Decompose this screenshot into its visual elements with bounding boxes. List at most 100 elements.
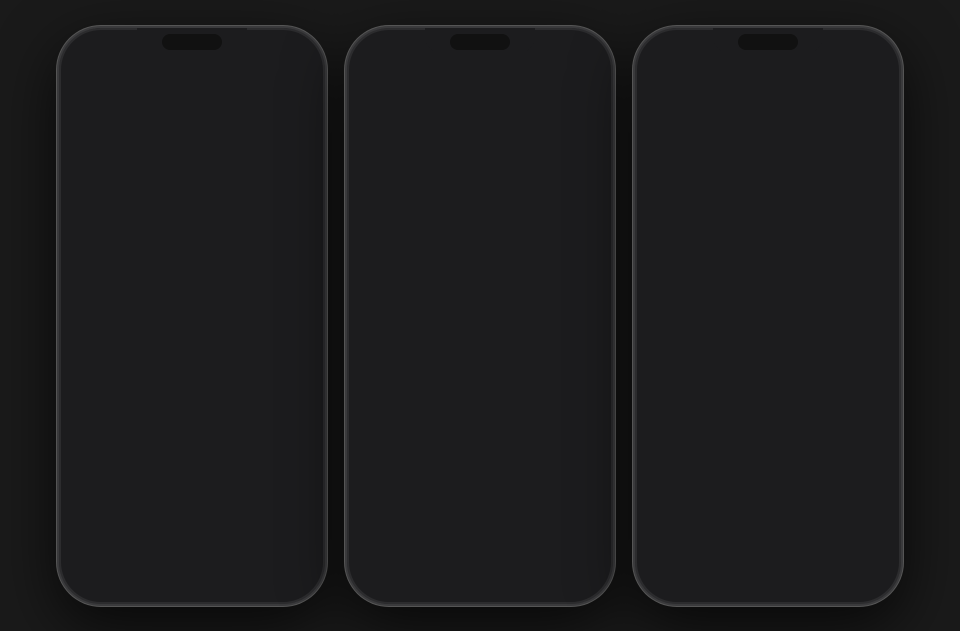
amazon-avatar: a <box>657 191 689 223</box>
voicememos-label: Voice Memos <box>117 495 290 512</box>
list-item-phone[interactable]: 📞 Phone › <box>65 526 319 570</box>
list-item-calendar[interactable]: 📅 Calendar › <box>65 350 319 394</box>
list-item-messages[interactable]: 💬 Messages › <box>65 570 319 604</box>
list-item-voicememos[interactable]: 🎙 Voice Memos › <box>65 482 319 526</box>
list-item-reminders[interactable]: ⚪ Reminders › <box>65 438 319 482</box>
itunes-icon: 🅰 <box>79 121 107 149</box>
cancel-button-3[interactable]: Cancel <box>844 75 891 92</box>
list-item-icloud[interactable]: ☁ iCloud iCloud Drive, Mail, Contacts, C… <box>353 240 607 284</box>
status-bar-3: 12:33 ▲ ▮ <box>635 28 901 62</box>
nav-title-1: Settings <box>158 73 225 93</box>
pw-item-amazon[interactable]: a amazon.com — smile.amazon.com and 1 mo… <box>643 181 893 233</box>
gmail-label: Gmail <box>405 335 578 352</box>
amex-sub: online.americanexpress.com and 1 more <box>691 313 873 341</box>
wallet-chevron: › <box>300 172 305 188</box>
gmail-sub: Mail <box>405 352 578 364</box>
calendar-icon: 📅 <box>79 357 107 385</box>
amazon-info: amazon.com — smile.amazon.com and 1 more <box>699 192 865 222</box>
phone-3-screen: 12:33 ▲ ▮ ‹ Accounts <box>635 28 901 604</box>
phone-1-screen: 12:33 ▲ ▮ Settings <box>59 28 325 604</box>
betterhealth-avatar: B <box>649 246 681 278</box>
list-item-add-account[interactable]: Add Account › <box>353 372 607 416</box>
battery-icon: ▮ <box>301 42 307 55</box>
alphabet-index[interactable]: ABC DEF GHI JKL MNO PQR STU VWX YZ# <box>891 238 899 540</box>
notes-label: Notes <box>117 407 290 424</box>
att-sub: m.att.com and 1 more <box>691 428 873 442</box>
mail-label: Mail <box>117 275 290 292</box>
list-item-website-passwords[interactable]: 🔑 Website & App Passwords 149 › <box>355 116 605 160</box>
toggle-knob <box>569 179 591 201</box>
blinkist-domain: blinkist.com — <box>691 485 873 501</box>
pw-item-att[interactable]: A att.com — m.att.com and 1 more › <box>635 402 901 454</box>
search-icon: 🔍 <box>666 126 682 142</box>
me-icon: M <box>367 291 395 319</box>
list-item-notes[interactable]: 📝 Notes › <box>65 394 319 438</box>
phone-2: 12:33 ▲ ▮ ‹ Settings <box>345 26 615 606</box>
back-label-3: Accounts <box>653 75 715 92</box>
amazon-highlighted: a amazon.com — smile.amazon.com and 1 mo… <box>641 179 895 235</box>
reminders-label: Reminders <box>117 451 290 468</box>
blinkist-info: blinkist.com — app.blinkist.com and 1 mo… <box>691 485 873 515</box>
amex-avatar: A <box>649 303 681 335</box>
list-item-contacts[interactable]: 👥 Contacts › <box>65 306 319 350</box>
password-search[interactable]: 🔍 Search <box>655 118 881 150</box>
website-passwords-highlighted: 🔑 Website & App Passwords 149 › <box>353 114 607 162</box>
autofill-label: AutoFill Passwords <box>405 181 539 198</box>
list-item-autofill[interactable]: 🔵 AutoFill Passwords <box>353 168 607 212</box>
status-icons-1: ▲ ▮ <box>267 42 307 55</box>
passwords-label: Passwords & Accounts <box>119 223 288 240</box>
back-button-3[interactable]: ‹ Accounts <box>645 74 715 92</box>
messages-label: Messages <box>117 583 290 600</box>
phone-3: 12:33 ▲ ▮ ‹ Accounts <box>633 26 903 606</box>
autofill-toggle[interactable] <box>549 177 593 203</box>
att-avatar: A <box>649 411 681 443</box>
messages-icon: 💬 <box>79 577 107 604</box>
icloud-icon: ☁ <box>367 247 395 275</box>
settings-list-1[interactable]: 🅰 iTunes & App Store › 💳 Wallet & Apple … <box>59 106 325 604</box>
status-time-2: 12:33 <box>365 41 398 56</box>
pw-item-amex[interactable]: A americanexpress.com — online.americane… <box>635 289 901 350</box>
pw-item-apple[interactable]: 🍎 apple.com — idmsa.apple.com and 3 more… <box>635 350 901 402</box>
nav-title-3: Passwords <box>723 73 813 93</box>
phone-label: Phone <box>117 539 290 556</box>
section-letter-b: B <box>635 454 901 475</box>
search-placeholder: Search <box>688 126 732 142</box>
list-item-fetch[interactable]: Fetch New Data Push › <box>353 438 607 482</box>
status-bar-1: 12:33 ▲ ▮ <box>59 28 325 62</box>
pw-item-bpt[interactable]: B bpt.me — m.bpt.me ⚠ › <box>635 527 901 579</box>
notes-icon: 📝 <box>79 401 107 429</box>
list-item-me[interactable]: M Me Mail › <box>353 284 607 328</box>
itunes-label: iTunes & App Store <box>117 127 290 144</box>
website-passwords-icon: 🔑 <box>369 124 397 152</box>
battery-icon-2: ▮ <box>589 42 595 55</box>
battery-icon-3: ▮ <box>877 42 883 55</box>
password-list[interactable]: A a amazon.com — smile.amazon.com and 1 … <box>635 158 901 604</box>
phone-2-screen: 12:33 ▲ ▮ ‹ Settings <box>347 28 613 604</box>
wifi-icon-3: ▲ <box>862 43 873 55</box>
website-passwords-label: Website & App Passwords <box>407 121 537 155</box>
list-item-itunes[interactable]: 🅰 iTunes & App Store › <box>65 114 319 158</box>
list-item-passwords[interactable]: 🔑 Passwords & Accounts › <box>67 210 317 254</box>
list-item-mail[interactable]: ✉️ Mail › <box>65 262 319 306</box>
betterhealth-sub: ber.ambetterhealth.com <box>691 263 817 277</box>
passwords-chevron: › <box>298 224 303 240</box>
list-item-wallet[interactable]: 💳 Wallet & Apple Pay › <box>65 158 319 202</box>
att-info: att.com — m.att.com and 1 more <box>691 412 873 442</box>
website-passwords-value: 149 <box>547 129 572 146</box>
signal-icon <box>267 44 282 54</box>
amex-info: americanexpress.com — online.americanexp… <box>691 297 873 341</box>
fetch-value: Push <box>540 451 574 468</box>
fetch-label: Fetch New Data <box>367 451 530 468</box>
passwords-accounts-list[interactable]: 🔑 Website & App Passwords 149 › 🔵 AutoFi… <box>347 106 613 604</box>
icloud-label: iCloud <box>405 241 578 258</box>
pw-item-cb2[interactable]: C cb2.com — www.cb2.com › <box>635 600 901 604</box>
status-time-3: 12:33 <box>653 41 686 56</box>
passwords-icon: 🔑 <box>81 218 109 246</box>
nav-bar-2: ‹ Settings Passwords & Accounts <box>347 62 613 106</box>
wallet-icon: 💳 <box>79 166 107 194</box>
reminders-icon: ⚪ <box>79 445 107 473</box>
signal-icon-3 <box>843 44 858 54</box>
list-item-gmail[interactable]: G Gmail Mail › <box>353 328 607 372</box>
back-button-2[interactable]: ‹ Settings <box>357 74 419 92</box>
pw-item-blinkist[interactable]: B blinkist.com — app.blinkist.com and 1 … <box>635 475 901 527</box>
